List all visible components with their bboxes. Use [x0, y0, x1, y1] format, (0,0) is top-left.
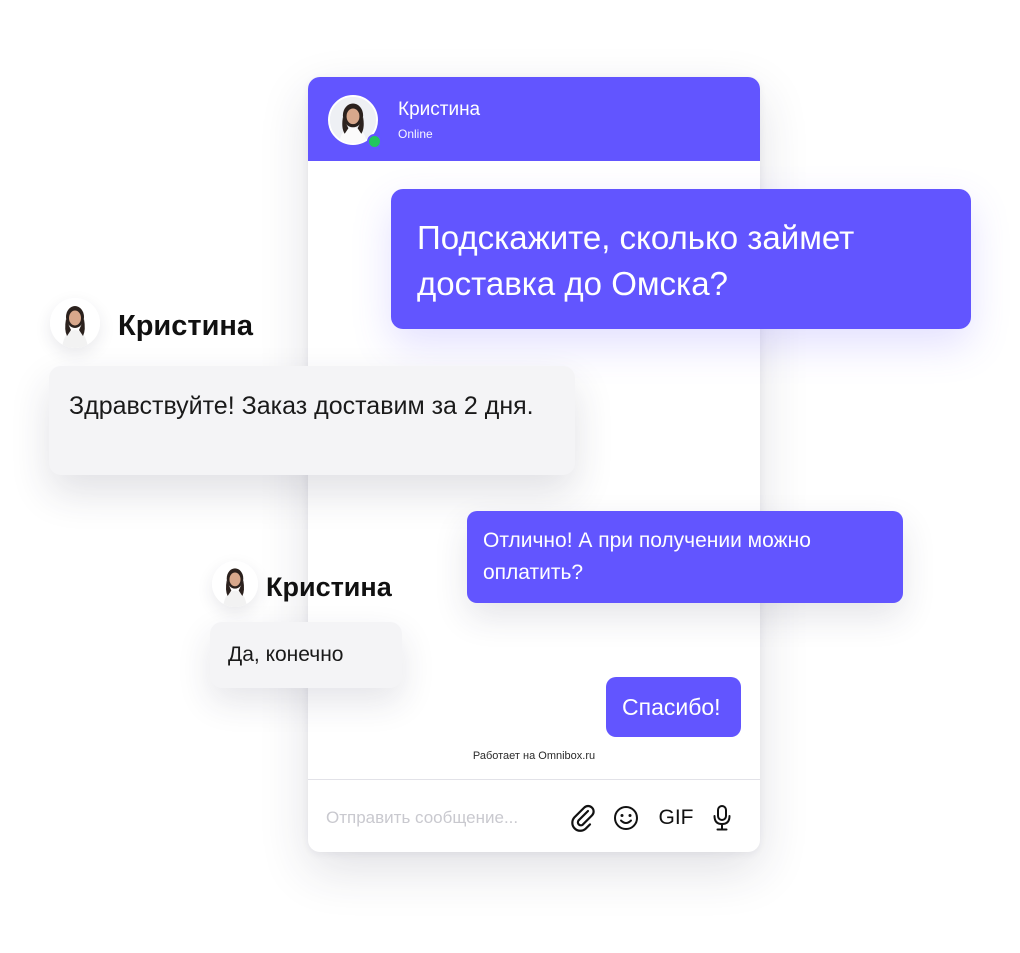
header-agent-name: Кристина — [398, 99, 481, 120]
emoji-button[interactable] — [611, 802, 641, 834]
attach-button[interactable] — [568, 802, 600, 834]
paperclip-icon — [571, 804, 595, 832]
outgoing-message: Подскажите, сколько займет доставка до О… — [391, 189, 971, 329]
incoming-message: Здравствуйте! Заказ доставим за 2 дня. — [49, 366, 575, 475]
header-status: Online — [398, 127, 433, 141]
powered-by-label: Работает на Omnibox.ru — [472, 750, 596, 762]
microphone-icon — [713, 805, 731, 831]
composer-divider — [308, 779, 760, 780]
emoji-icon — [614, 806, 638, 830]
gif-button[interactable]: GIF — [654, 802, 698, 834]
outgoing-message: Отлично! А при получении можно оплатить? — [467, 511, 903, 603]
sender-avatar — [212, 561, 258, 607]
incoming-message: Да, конечно — [210, 622, 402, 688]
online-indicator — [367, 134, 382, 149]
sender-avatar — [50, 298, 100, 348]
agent-photo-icon — [212, 561, 258, 607]
chat-header: Кристина Online — [308, 77, 760, 161]
sender-name: Кристина — [118, 310, 254, 342]
message-input[interactable] — [326, 800, 566, 836]
outgoing-message: Спасибо! — [606, 677, 741, 737]
microphone-button[interactable] — [708, 802, 736, 834]
sender-name: Кристина — [266, 572, 392, 602]
agent-photo-icon — [50, 298, 100, 348]
